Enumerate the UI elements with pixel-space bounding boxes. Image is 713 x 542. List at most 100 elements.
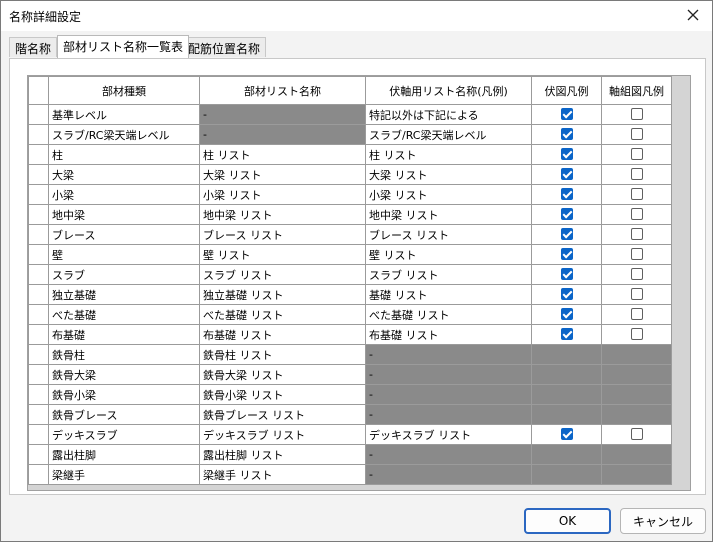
- fuse-legend-checkbox[interactable]: [560, 208, 573, 220]
- member-type-cell[interactable]: 大梁: [48, 164, 200, 185]
- table-row[interactable]: 地中梁 地中梁 リスト 地中梁 リスト: [28, 204, 672, 225]
- list-name-cell[interactable]: 鉄骨柱 リスト: [199, 344, 366, 365]
- row-header[interactable]: [28, 364, 49, 385]
- legend-name-cell[interactable]: 地中梁 リスト: [365, 204, 532, 225]
- close-button[interactable]: [680, 3, 706, 27]
- legend-name-cell[interactable]: 壁 リスト: [365, 244, 532, 265]
- member-type-cell[interactable]: 壁: [48, 244, 200, 265]
- list-name-cell[interactable]: スラブ リスト: [199, 264, 366, 285]
- table-row[interactable]: 鉄骨柱 鉄骨柱 リスト -: [28, 344, 672, 365]
- axis-legend-checkbox[interactable]: [630, 248, 643, 260]
- list-name-cell[interactable]: 壁 リスト: [199, 244, 366, 265]
- axis-legend-cell[interactable]: [601, 124, 672, 145]
- fuse-legend-cell[interactable]: [531, 104, 602, 125]
- list-name-cell[interactable]: 鉄骨大梁 リスト: [199, 364, 366, 385]
- tab-rebar-position-names[interactable]: 配筋位置名称: [182, 37, 267, 57]
- table-row[interactable]: スラブ スラブ リスト スラブ リスト: [28, 264, 672, 285]
- member-type-cell[interactable]: ブレース: [48, 224, 200, 245]
- member-type-cell[interactable]: 基準レベル: [48, 104, 200, 125]
- fuse-legend-cell[interactable]: [531, 424, 602, 445]
- list-name-cell[interactable]: 梁継手 リスト: [199, 464, 366, 485]
- axis-legend-checkbox[interactable]: [630, 428, 643, 440]
- table-row[interactable]: 基準レベル - 特記以外は下記による: [28, 104, 672, 125]
- legend-name-cell[interactable]: 布基礎 リスト: [365, 324, 532, 345]
- list-name-cell[interactable]: 鉄骨ブレース リスト: [199, 404, 366, 425]
- row-header[interactable]: [28, 124, 49, 145]
- column-header-axis-legend[interactable]: 軸組図凡例: [601, 76, 672, 105]
- fuse-legend-cell[interactable]: [531, 184, 602, 205]
- fuse-legend-checkbox[interactable]: [560, 268, 573, 280]
- member-type-cell[interactable]: べた基礎: [48, 304, 200, 325]
- table-row[interactable]: 鉄骨大梁 鉄骨大梁 リスト -: [28, 364, 672, 385]
- row-header[interactable]: [28, 324, 49, 345]
- table-row[interactable]: ブレース ブレース リスト ブレース リスト: [28, 224, 672, 245]
- member-type-cell[interactable]: 小梁: [48, 184, 200, 205]
- legend-name-cell[interactable]: 特記以外は下記による: [365, 104, 532, 125]
- legend-name-cell[interactable]: 柱 リスト: [365, 144, 532, 165]
- fuse-legend-checkbox[interactable]: [560, 288, 573, 300]
- row-header[interactable]: [28, 444, 49, 465]
- ok-button[interactable]: OK: [524, 508, 611, 534]
- legend-name-cell[interactable]: べた基礎 リスト: [365, 304, 532, 325]
- fuse-legend-checkbox[interactable]: [560, 108, 573, 120]
- fuse-legend-checkbox[interactable]: [560, 248, 573, 260]
- list-name-cell[interactable]: 布基礎 リスト: [199, 324, 366, 345]
- axis-legend-cell[interactable]: [601, 244, 672, 265]
- list-name-cell[interactable]: べた基礎 リスト: [199, 304, 366, 325]
- column-header-legend-name[interactable]: 伏軸用リスト名称(凡例): [365, 76, 532, 105]
- fuse-legend-cell[interactable]: [531, 324, 602, 345]
- axis-legend-cell[interactable]: [601, 264, 672, 285]
- row-header[interactable]: [28, 404, 49, 425]
- row-header[interactable]: [28, 384, 49, 405]
- legend-name-cell[interactable]: 小梁 リスト: [365, 184, 532, 205]
- axis-legend-cell[interactable]: [601, 144, 672, 165]
- member-type-cell[interactable]: 露出柱脚: [48, 444, 200, 465]
- list-name-cell[interactable]: 柱 リスト: [199, 144, 366, 165]
- table-row[interactable]: 独立基礎 独立基礎 リスト 基礎 リスト: [28, 284, 672, 305]
- table-row[interactable]: デッキスラブ デッキスラブ リスト デッキスラブ リスト: [28, 424, 672, 445]
- fuse-legend-checkbox[interactable]: [560, 188, 573, 200]
- fuse-legend-checkbox[interactable]: [560, 128, 573, 140]
- list-name-cell[interactable]: 小梁 リスト: [199, 184, 366, 205]
- list-name-cell[interactable]: 露出柱脚 リスト: [199, 444, 366, 465]
- row-header[interactable]: [28, 284, 49, 305]
- cancel-button[interactable]: キャンセル: [620, 508, 706, 534]
- member-type-cell[interactable]: 鉄骨大梁: [48, 364, 200, 385]
- tab-floor-names[interactable]: 階名称: [9, 37, 58, 57]
- member-type-cell[interactable]: デッキスラブ: [48, 424, 200, 445]
- fuse-legend-checkbox[interactable]: [560, 328, 573, 340]
- axis-legend-cell[interactable]: [601, 284, 672, 305]
- list-name-cell[interactable]: デッキスラブ リスト: [199, 424, 366, 445]
- fuse-legend-checkbox[interactable]: [560, 168, 573, 180]
- legend-name-cell[interactable]: 基礎 リスト: [365, 284, 532, 305]
- row-header[interactable]: [28, 464, 49, 485]
- axis-legend-checkbox[interactable]: [630, 128, 643, 140]
- axis-legend-checkbox[interactable]: [630, 328, 643, 340]
- table-row[interactable]: 大梁 大梁 リスト 大梁 リスト: [28, 164, 672, 185]
- row-header[interactable]: [28, 224, 49, 245]
- row-header[interactable]: [28, 104, 49, 125]
- table-row[interactable]: 小梁 小梁 リスト 小梁 リスト: [28, 184, 672, 205]
- fuse-legend-cell[interactable]: [531, 124, 602, 145]
- table-row[interactable]: べた基礎 べた基礎 リスト べた基礎 リスト: [28, 304, 672, 325]
- member-type-cell[interactable]: 鉄骨ブレース: [48, 404, 200, 425]
- row-header[interactable]: [28, 424, 49, 445]
- axis-legend-checkbox[interactable]: [630, 108, 643, 120]
- list-name-cell[interactable]: 鉄骨小梁 リスト: [199, 384, 366, 405]
- member-type-cell[interactable]: 独立基礎: [48, 284, 200, 305]
- legend-name-cell[interactable]: スラブ/RC梁天端レベル: [365, 124, 532, 145]
- member-type-cell[interactable]: 梁継手: [48, 464, 200, 485]
- fuse-legend-cell[interactable]: [531, 144, 602, 165]
- member-type-cell[interactable]: 鉄骨小梁: [48, 384, 200, 405]
- axis-legend-checkbox[interactable]: [630, 228, 643, 240]
- tab-member-list-names[interactable]: 部材リスト名称一覧表: [57, 35, 190, 58]
- member-list-grid[interactable]: 部材種類 部材リスト名称 伏軸用リスト名称(凡例) 伏図凡例 軸組図凡例 基準レ…: [27, 75, 691, 491]
- fuse-legend-checkbox[interactable]: [560, 308, 573, 320]
- fuse-legend-cell[interactable]: [531, 304, 602, 325]
- fuse-legend-cell[interactable]: [531, 264, 602, 285]
- fuse-legend-cell[interactable]: [531, 224, 602, 245]
- row-header[interactable]: [28, 304, 49, 325]
- table-row[interactable]: 鉄骨ブレース 鉄骨ブレース リスト -: [28, 404, 672, 425]
- table-row[interactable]: 柱柱 リスト柱 リスト: [28, 144, 672, 165]
- table-row[interactable]: 梁継手 梁継手 リスト -: [28, 464, 672, 485]
